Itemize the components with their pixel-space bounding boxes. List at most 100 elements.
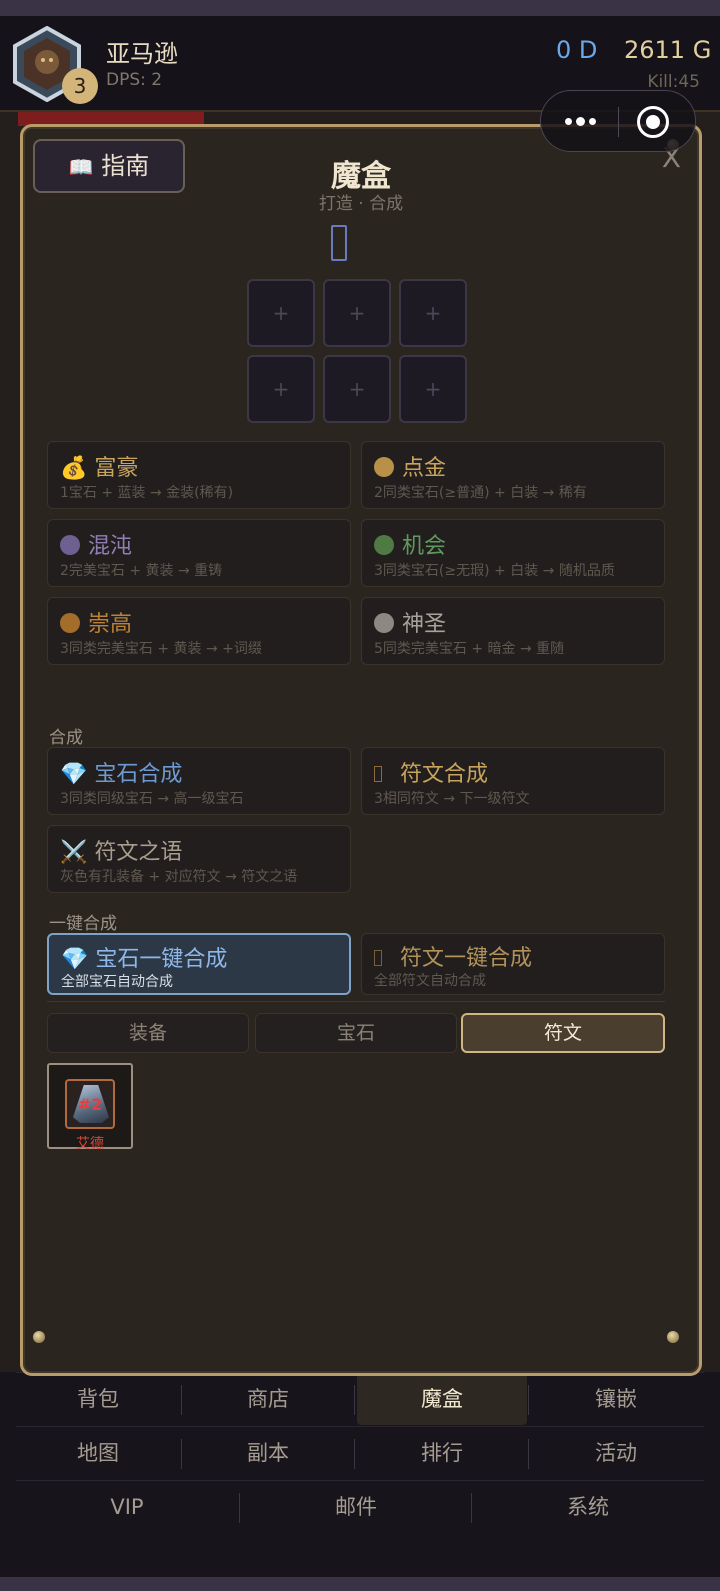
synth-title: 符文合成 [400, 762, 489, 787]
nav-item-map[interactable]: 地图 [16, 1427, 180, 1479]
diamond-currency: 0 D [556, 36, 598, 64]
recipe-card-chance[interactable]: 机会 3同类宝石(≥无瑕) + 白装 → 随机品质 [361, 519, 665, 587]
recipe-title: 点金 [402, 456, 447, 481]
crossed-swords-icon: ⚔️ [60, 840, 95, 865]
recipe-desc: 5同类完美宝石 + 暗金 → 重随 [374, 641, 565, 657]
nav-divider [528, 1385, 529, 1415]
nav-divider [181, 1439, 182, 1469]
rivet-decoration [33, 1331, 45, 1343]
nav-item-dungeon[interactable]: 副本 [184, 1427, 352, 1479]
diamond-icon: 💎 [61, 947, 96, 972]
item-number: #2 [77, 1095, 103, 1114]
gold-dot-icon [374, 457, 394, 477]
nav-item-system[interactable]: 系统 [474, 1481, 702, 1533]
section-title-oneclick: 一键合成 [49, 914, 117, 934]
nav-divider [471, 1493, 472, 1523]
kill-count: Kill:45 [647, 72, 700, 92]
dps-value: DPS: 2 [106, 70, 163, 90]
tab-equipment[interactable]: 装备 [47, 1013, 249, 1053]
divider [47, 1001, 665, 1002]
miniprogram-capsule [540, 90, 696, 152]
money-bag-icon: 💰 [60, 456, 95, 481]
nav-row: 地图 副本 排行 活动 [16, 1426, 704, 1478]
recipe-card-divine[interactable]: 神圣 5同类完美宝石 + 暗金 → 重随 [361, 597, 665, 665]
craft-slot[interactable]: + [323, 279, 391, 347]
purple-dot-icon [60, 535, 80, 555]
oneclick-desc: 全部符文自动合成 [374, 973, 486, 989]
inventory-item[interactable]: #2 艾德 [47, 1063, 133, 1152]
nav-divider [354, 1385, 355, 1415]
recipe-desc: 1宝石 + 蓝装 → 金装(稀有) [60, 485, 234, 501]
oneclick-title: 宝石一键合成 [95, 947, 228, 972]
top-status-strip [0, 0, 720, 16]
recipe-card-rich[interactable]: 💰 富豪 1宝石 + 蓝装 → 金装(稀有) [47, 441, 351, 509]
tab-runes[interactable]: 符文 [461, 1013, 665, 1053]
hero-name: 亚马逊 [106, 40, 178, 68]
synth-desc: 3同类同级宝石 → 高一级宝石 [60, 791, 244, 807]
nav-item-bag[interactable]: 背包 [16, 1373, 180, 1425]
recipe-title: 富豪 [94, 456, 139, 481]
recipe-title: 机会 [402, 534, 447, 559]
nav-item-mail[interactable]: 邮件 [242, 1481, 470, 1533]
inventory-tabs: 装备 宝石 符文 [47, 1013, 665, 1053]
oneclick-desc: 全部宝石自动合成 [61, 974, 173, 990]
recipe-desc: 3同类宝石(≥无瑕) + 白装 → 随机品质 [374, 563, 615, 579]
craft-slot[interactable]: + [323, 355, 391, 423]
nav-item-events[interactable]: 活动 [530, 1427, 702, 1479]
gold-currency: 2611 G [624, 36, 712, 64]
nav-divider [528, 1439, 529, 1469]
nav-item-ranking[interactable]: 排行 [357, 1427, 527, 1479]
white-dot-icon [374, 613, 394, 633]
nav-divider [181, 1385, 182, 1415]
synth-card-gem[interactable]: 💎 宝石合成 3同类同级宝石 → 高一级宝石 [47, 747, 351, 815]
target-circle-icon[interactable] [637, 106, 669, 138]
synth-title: 宝石合成 [94, 762, 183, 787]
section-title-synth: 合成 [49, 728, 83, 748]
recipe-card-chaos[interactable]: 混沌 2完美宝石 + 黄装 → 重铸 [47, 519, 351, 587]
recipe-card-exalted[interactable]: 崇高 3同类完美宝石 + 黄装 → +词缀 [47, 597, 351, 665]
rune-icon [331, 225, 347, 261]
green-dot-icon [374, 535, 394, 555]
more-dots-icon[interactable] [561, 110, 605, 134]
recipe-card-alchemy[interactable]: 点金 2同类宝石(≥普通) + 白装 → 稀有 [361, 441, 665, 509]
rune-item-icon: #2 [65, 1079, 115, 1129]
rune-icon [374, 950, 382, 966]
nav-item-shop[interactable]: 商店 [184, 1373, 352, 1425]
item-name: 艾德 [76, 1136, 104, 1152]
panel-subtitle: 打造 · 合成 [318, 194, 404, 214]
synth-card-runeword[interactable]: ⚔️ 符文之语 灰色有孔装备 + 对应符文 → 符文之语 [47, 825, 351, 893]
synth-card-rune[interactable]: 符文合成 3相同符文 → 下一级符文 [361, 747, 665, 815]
bottom-status-strip [0, 1577, 720, 1591]
recipe-desc: 3同类完美宝石 + 黄装 → +词缀 [60, 641, 262, 657]
nav-row: VIP 邮件 系统 [16, 1480, 704, 1532]
orange-dot-icon [60, 613, 80, 633]
recipe-title: 混沌 [88, 534, 133, 559]
craft-slot[interactable]: + [399, 355, 467, 423]
recipe-desc: 2同类宝石(≥普通) + 白装 → 稀有 [374, 485, 587, 501]
nav-item-socket[interactable]: 镶嵌 [530, 1373, 702, 1425]
nav-divider [354, 1439, 355, 1469]
recipe-desc: 2完美宝石 + 黄装 → 重铸 [60, 563, 223, 579]
oneclick-rune-button[interactable]: 符文一键合成 全部符文自动合成 [361, 933, 665, 995]
recipe-title: 神圣 [402, 612, 447, 637]
recipe-title: 崇高 [88, 612, 133, 637]
nav-divider [239, 1493, 240, 1523]
diamond-icon: 💎 [60, 762, 95, 787]
level-badge: 3 [62, 68, 98, 104]
rune-icon [374, 766, 382, 782]
synth-desc: 灰色有孔装备 + 对应符文 → 符文之语 [60, 869, 298, 885]
craft-slot[interactable]: + [247, 355, 315, 423]
nav-item-magicbox[interactable]: 魔盒 [357, 1373, 527, 1425]
craft-slot[interactable]: + [399, 279, 467, 347]
synth-desc: 3相同符文 → 下一级符文 [374, 791, 530, 807]
oneclick-title: 符文一键合成 [400, 946, 533, 971]
tab-gems[interactable]: 宝石 [255, 1013, 457, 1053]
magic-box-panel: 📖 指南 X 魔盒 打造 · 合成 + + + + + + 💰 富豪 1宝石 +… [20, 124, 702, 1376]
craft-slot[interactable]: + [247, 279, 315, 347]
nav-item-vip[interactable]: VIP [16, 1481, 238, 1533]
bottom-navigation: 背包 商店 魔盒 镶嵌 地图 副本 排行 活动 VIP 邮件 系统 [0, 1372, 720, 1591]
rivet-decoration [667, 1331, 679, 1343]
oneclick-gem-button[interactable]: 💎 宝石一键合成 全部宝石自动合成 [47, 933, 351, 995]
capsule-divider [618, 107, 619, 137]
nav-row: 背包 商店 魔盒 镶嵌 [16, 1372, 704, 1425]
